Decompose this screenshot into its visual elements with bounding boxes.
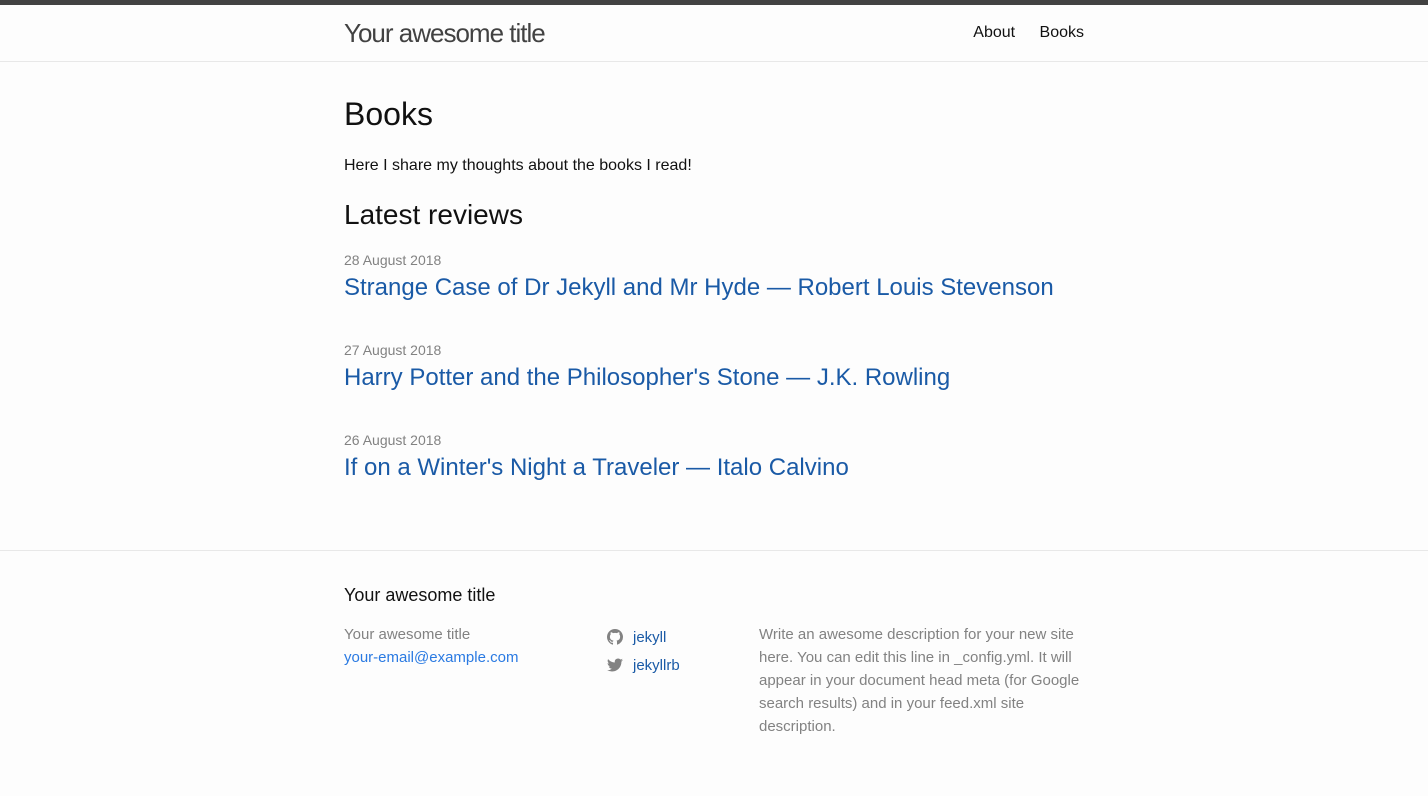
post-list: 28 August 2018 Strange Case of Dr Jekyll…	[344, 250, 1104, 520]
site-header: Your awesome title About Books	[0, 0, 1428, 62]
footer-contact-name: Your awesome title	[344, 626, 471, 643]
post-list-item: 28 August 2018 Strange Case of Dr Jekyll…	[344, 250, 1104, 340]
post-list-item: 26 August 2018 If on a Winter's Night a …	[344, 430, 1104, 520]
page-content: Books Here I share my thoughts about the…	[0, 62, 1428, 551]
github-username: jekyll	[633, 628, 667, 646]
footer-heading: Your awesome title	[344, 585, 496, 605]
site-footer: Your awesome title Your awesome title yo…	[0, 550, 1428, 796]
post-link[interactable]: Harry Potter and the Philosopher's Stone…	[344, 360, 1104, 396]
footer-email-link[interactable]: your-email@example.com	[344, 649, 518, 666]
page-title: Books	[344, 96, 433, 132]
footer-contact-column: Your awesome title your-email@example.co…	[344, 623, 584, 669]
post-link[interactable]: Strange Case of Dr Jekyll and Mr Hyde — …	[344, 270, 1104, 306]
footer-description-column: Write an awesome description for your ne…	[759, 623, 1084, 738]
nav-link-about[interactable]: About	[973, 24, 1015, 41]
post-link[interactable]: If on a Winter's Night a Traveler — Ital…	[344, 450, 1104, 486]
post-list-item: 27 August 2018 Harry Potter and the Phil…	[344, 340, 1104, 430]
intro-text: Here I share my thoughts about the books…	[344, 157, 692, 174]
site-nav: About Books	[973, 19, 1084, 47]
nav-link-books[interactable]: Books	[1040, 24, 1084, 41]
site-title-link[interactable]: Your awesome title	[344, 15, 546, 51]
twitter-link[interactable]: jekyllrb	[607, 654, 680, 677]
github-icon	[607, 629, 623, 645]
social-item-github: jekyll	[607, 623, 747, 651]
twitter-icon	[607, 657, 623, 673]
post-date: 27 August 2018	[344, 342, 442, 358]
post-date: 28 August 2018	[344, 252, 442, 268]
site-description: Write an awesome description for your ne…	[759, 626, 1080, 735]
github-link[interactable]: jekyll	[607, 626, 666, 649]
post-date: 26 August 2018	[344, 432, 442, 448]
twitter-username: jekyllrb	[633, 656, 680, 674]
footer-social-column: jekyll jekyllrb	[607, 623, 747, 679]
social-item-twitter: jekyllrb	[607, 651, 747, 679]
latest-reviews-heading: Latest reviews	[344, 199, 523, 230]
social-media-list: jekyll jekyllrb	[607, 623, 747, 679]
